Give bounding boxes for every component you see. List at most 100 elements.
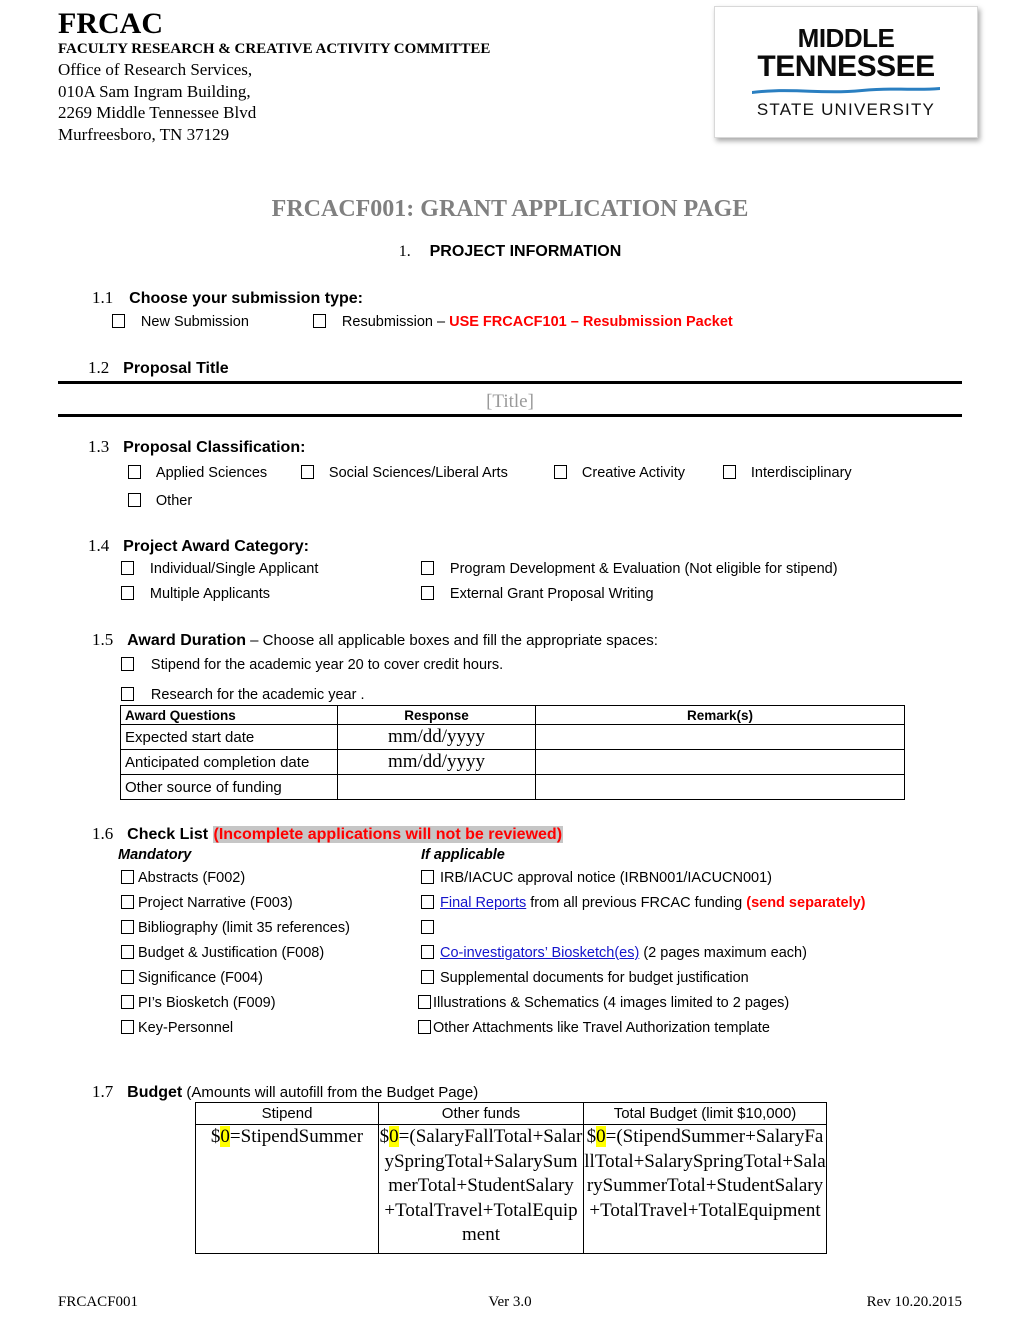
question-1-7-label: Budget [127,1084,183,1101]
header-response: Response [337,705,536,725]
checklist-mandatory-item[interactable]: Project Narrative (F003) [121,894,293,912]
checkbox-program-development[interactable] [421,561,434,575]
checklist-applicable-item[interactable]: Other Attachments like Travel Authorizat… [418,1019,770,1037]
checkbox-supplemental-documents[interactable] [421,970,434,984]
checkbox-project-narrative[interactable] [121,895,134,909]
checklist-applicable-item[interactable]: IRB/IACUC approval notice (IRBN001/IACUC… [421,869,772,887]
checklist-mandatory-item[interactable]: Budget & Justification (F008) [121,944,324,962]
checklist-applicable-item[interactable]: Supplemental documents for budget justif… [421,969,749,987]
checkbox-creative-activity[interactable] [554,465,567,479]
cell-question-completion-date: Anticipated completion date [120,749,338,775]
question-1-1-label: Choose your submission type: [129,290,363,307]
label-resubmission: Resubmission – USE FRCACF101 – Resubmiss… [341,314,733,330]
label-new-submission: New Submission [140,314,249,330]
checkbox-final-reports[interactable] [421,895,434,909]
label-bibliography: Bibliography (limit 35 references) [138,920,350,936]
checkbox-interdisciplinary[interactable] [723,465,736,479]
question-1-4-number: 1.4 [88,536,110,555]
label-budget-justification: Budget & Justification (F008) [138,945,325,961]
checklist-applicable-header: If applicable [421,847,505,863]
link-final-reports[interactable]: Final Reports [440,895,526,911]
checkbox-research-academic-year[interactable] [121,687,134,701]
other-funds-value: 0 [389,1126,399,1147]
checkbox-other-classification[interactable] [128,493,141,507]
checklist-mandatory-item[interactable]: Bibliography (limit 35 references) [121,919,350,937]
checkbox-pi-biosketch[interactable] [121,995,134,1009]
checkbox-bibliography[interactable] [121,920,134,934]
section-heading: 1. PROJECT INFORMATION [0,243,1020,261]
address-line-1: Office of Research Services, [58,60,253,79]
checkbox-significance[interactable] [121,970,134,984]
cell-other-funds-amount[interactable]: $0=(SalaryFallTotal+SalarySpringTotal+Sa… [378,1124,584,1254]
checklist-applicable-item[interactable]: Final Reports from all previous FRCAC fu… [421,894,866,912]
org-abbreviation: FRCAC [58,7,163,40]
classification-other[interactable]: Other [128,492,192,510]
label-resubmission-warning: USE FRCACF101 – Resubmission Packet [449,314,733,330]
checkbox-individual-applicant[interactable] [121,561,134,575]
checkbox-applied-sciences[interactable] [128,465,141,479]
classification-interdisciplinary[interactable]: Interdisciplinary [723,464,852,482]
cell-stipend-amount[interactable]: $0=StipendSummer [195,1124,379,1254]
award-category-program-dev[interactable]: Program Development & Evaluation (Not el… [421,560,838,578]
classification-applied-sciences[interactable]: Applied Sciences [128,464,267,482]
stipend-dollar-sign: $ [210,1126,221,1147]
checkbox-co-investigators-biosketch[interactable] [421,945,434,959]
award-duration-stipend[interactable]: Stipend for the academic year 20 to cove… [121,656,503,674]
checklist-mandatory-item[interactable]: Key-Personnel [121,1019,233,1037]
award-category-individual[interactable]: Individual/Single Applicant [121,560,318,578]
section-label: PROJECT INFORMATION [429,243,622,260]
checkbox-illustrations-schematics[interactable] [418,995,431,1009]
award-duration-research[interactable]: Research for the academic year . [121,686,364,704]
checkbox-other-attachments[interactable] [418,1020,431,1034]
classification-creative-activity[interactable]: Creative Activity [554,464,685,482]
award-category-external-grant[interactable]: External Grant Proposal Writing [421,585,654,603]
proposal-title-input[interactable]: [Title] [58,391,962,413]
checklist-applicable-item[interactable]: Co-investigators’ Biosketch(es) (2 pages… [421,944,807,962]
checkbox-multiple-applicants[interactable] [121,586,134,600]
checkbox-new-submission[interactable] [112,314,125,328]
checkbox-external-grant[interactable] [421,586,434,600]
checkbox-irb-iacuc[interactable] [421,870,434,884]
cell-response-completion-date[interactable]: mm/dd/yyyy [337,749,536,775]
checkbox-resubmission[interactable] [313,314,326,328]
link-co-investigators-biosketch[interactable]: Co-investigators’ Biosketch(es) [440,945,639,961]
classification-social-sciences[interactable]: Social Sciences/Liberal Arts [301,464,508,482]
checkbox-stipend-academic-year[interactable] [121,657,134,671]
label-abstracts: Abstracts (F002) [138,870,246,886]
label-key-personnel: Key-Personnel [138,1020,234,1036]
cell-response-other-funding[interactable] [337,774,536,800]
cell-remark-other-funding[interactable] [535,774,905,800]
table-row: Expected start date mm/dd/yyyy [120,724,905,750]
cell-response-expected-start[interactable]: mm/dd/yyyy [337,724,536,750]
header-remarks: Remark(s) [535,705,905,725]
label-research-academic-year: Research for the academic year . [150,687,365,703]
submission-type-resubmission[interactable]: Resubmission – USE FRCACF101 – Resubmiss… [313,313,733,331]
cell-remark-expected-start[interactable] [535,724,905,750]
award-category-multiple[interactable]: Multiple Applicants [121,585,270,603]
question-1-3-heading: 1.3 Proposal Classification: [88,437,305,457]
checklist-mandatory-item[interactable]: Significance (F004) [121,969,263,987]
checkbox-abstracts[interactable] [121,870,134,884]
question-1-7-note: (Amounts will autofill from the Budget P… [182,1084,479,1101]
label-significance: Significance (F004) [138,970,263,986]
question-1-2-label: Proposal Title [123,360,229,377]
footer-revision: Rev 10.20.2015 [866,1294,962,1310]
label-creative-activity: Creative Activity [581,465,686,481]
cell-total-budget-amount[interactable]: $0=(StipendSummer+SalaryFallTotal+Salary… [583,1124,827,1254]
checklist-mandatory-item[interactable]: Abstracts (F002) [121,869,245,887]
checklist-applicable-item[interactable]: Illustrations & Schematics (4 images lim… [418,994,789,1012]
header-stipend: Stipend [195,1102,379,1125]
checklist-mandatory-item[interactable]: PI’s Biosketch (F009) [121,994,276,1012]
checklist-applicable-item[interactable] [421,919,440,937]
table-row: $0=StipendSummer $0=(SalaryFallTotal+Sal… [195,1124,827,1254]
checkbox-blank-applicable[interactable] [421,920,434,934]
checkbox-key-personnel[interactable] [121,1020,134,1034]
checkbox-budget-justification[interactable] [121,945,134,959]
label-social-sciences: Social Sciences/Liberal Arts [328,465,508,481]
submission-type-new[interactable]: New Submission [112,313,249,331]
label-illustrations-schematics: Illustrations & Schematics (4 images lim… [433,995,790,1011]
label-other-attachments: Other Attachments like Travel Authorizat… [433,1020,770,1036]
label-stipend-academic-year: Stipend for the academic year 20 to cove… [150,657,504,673]
cell-remark-completion-date[interactable] [535,749,905,775]
checkbox-social-sciences[interactable] [301,465,314,479]
